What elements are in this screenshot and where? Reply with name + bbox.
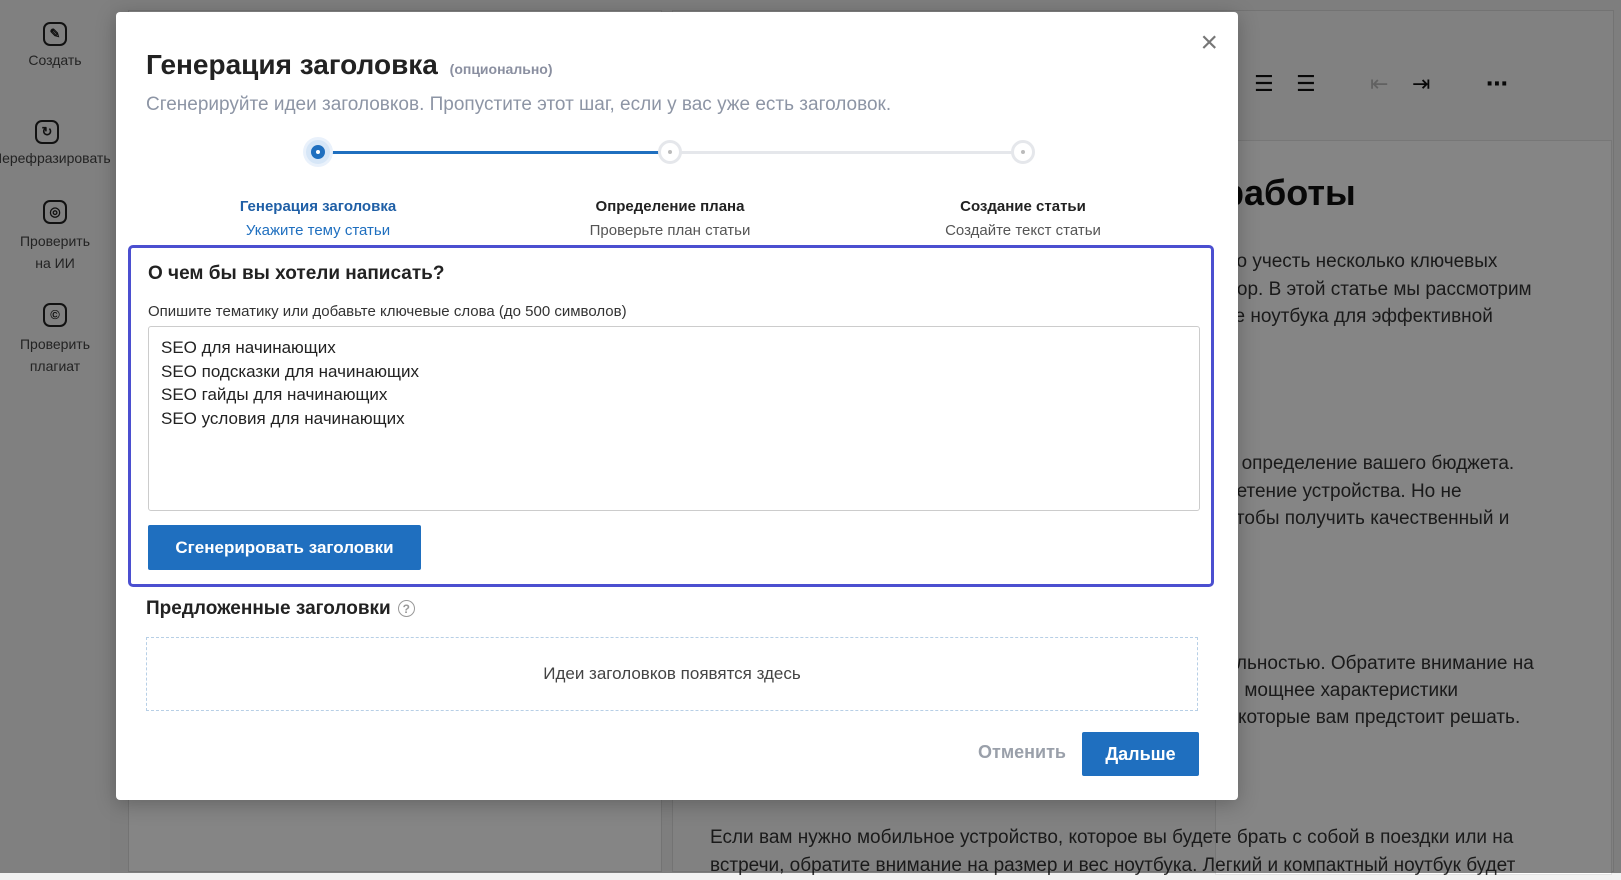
- modal-subtitle: Сгенерируйте идеи заголовков. Пропустите…: [146, 94, 892, 115]
- suggestions-heading: Предложенные заголовки?: [146, 598, 415, 620]
- step-label-2: Определение плана: [595, 198, 745, 215]
- title-generation-modal: × Генерация заголовка (опционально) Сген…: [116, 12, 1238, 800]
- textarea-line: SEO гайды для начинающих: [161, 385, 388, 404]
- stepper-track-line: [664, 151, 1021, 154]
- step-label-1: Генерация заголовка: [239, 198, 397, 215]
- textarea-line: SEO подсказки для начинающих: [161, 361, 420, 381]
- step-dot-1[interactable]: [306, 140, 330, 164]
- generate-titles-button[interactable]: Сгенерировать заголовки: [148, 525, 421, 570]
- close-icon[interactable]: ×: [1200, 28, 1218, 58]
- modal-title: Генерация заголовка (опционально): [146, 49, 553, 81]
- cancel-button[interactable]: Отменить: [978, 734, 1066, 771]
- modal-title-text: Генерация заголовка: [146, 49, 438, 80]
- next-button[interactable]: Дальше: [1082, 732, 1199, 776]
- stepper-progress-line: [318, 151, 664, 154]
- step-label-3: Создание статьи: [960, 198, 1086, 215]
- suggestions-placeholder: Идеи заголовков появятся здесь: [146, 637, 1198, 711]
- topic-question: О чем бы вы хотели написать?: [148, 263, 445, 284]
- step-dot-3[interactable]: [1011, 140, 1035, 164]
- step-desc-1: Укажите тему статьи: [245, 222, 391, 239]
- topic-hint: Опишите тематику или добавьте ключевые с…: [148, 303, 627, 320]
- optional-label: (опционально): [449, 61, 553, 77]
- step-desc-3: Создайте текст статьи: [945, 222, 1101, 239]
- textarea-line: SEO для начинающих: [161, 338, 336, 357]
- step-desc-2: Проверьте план статьи: [589, 222, 751, 239]
- step-dot-2[interactable]: [658, 140, 682, 164]
- topic-textarea[interactable]: SEO для начинающих SEO подсказки для начи…: [148, 326, 1200, 511]
- topic-input-section: О чем бы вы хотели написать? Опишите тем…: [128, 245, 1214, 587]
- help-icon[interactable]: ?: [397, 600, 415, 618]
- textarea-line: SEO условия для начинающих: [161, 408, 405, 428]
- suggestions-title: Предложенные заголовки: [146, 598, 391, 619]
